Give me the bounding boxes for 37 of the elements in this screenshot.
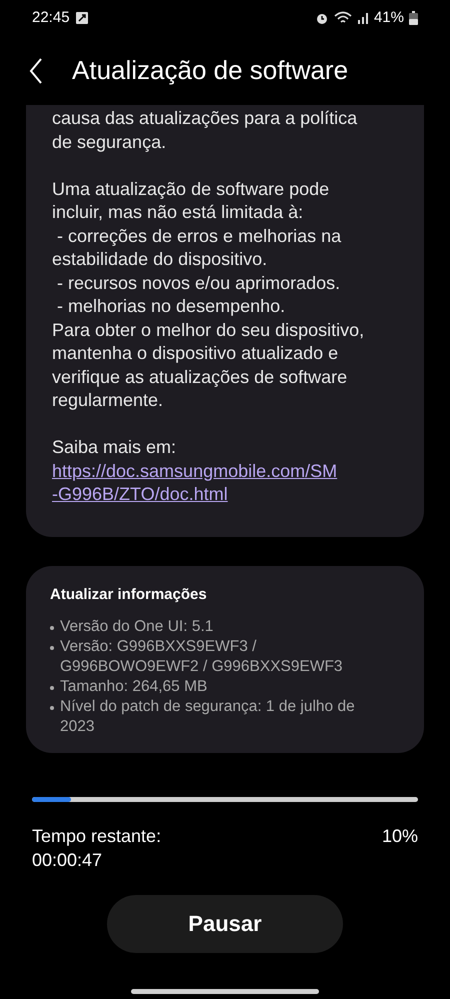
page-title: Atualização de software bbox=[72, 54, 348, 87]
notes-text-line: - recursos novos e/ou aprimorados. bbox=[56, 272, 342, 295]
notes-text-line: - correções de erros e melhorias na bbox=[56, 224, 342, 248]
info-item: Tamanho: 264,65 MB bbox=[60, 676, 208, 696]
notes-text-line: Saiba mais em: bbox=[52, 436, 178, 459]
info-item: Versão do One UI: 5.1 bbox=[60, 616, 214, 636]
bullet-icon bbox=[50, 686, 54, 690]
progress-percent: 10% bbox=[382, 824, 418, 848]
battery-icon bbox=[409, 11, 418, 25]
notes-text-line: Uma atualização de software pode bbox=[52, 178, 330, 201]
time-remaining-value: 00:00:47 bbox=[32, 848, 104, 872]
bullet-icon bbox=[50, 626, 54, 630]
notes-text-line: regularmente. bbox=[52, 389, 164, 412]
alarm-icon bbox=[314, 11, 329, 25]
bullet-icon bbox=[50, 706, 54, 710]
notes-text-line: verifique as atualizações de software bbox=[52, 366, 348, 389]
notes-text-line: Para obter o melhor do seu dispositivo, bbox=[52, 318, 366, 342]
notes-text-line: incluir, mas não está limitada à: bbox=[52, 201, 304, 224]
info-title: Atualizar informações bbox=[50, 585, 208, 605]
notes-text-line: de segurança. bbox=[52, 130, 168, 154]
pause-button[interactable]: Pausar bbox=[107, 894, 343, 952]
back-icon bbox=[29, 58, 43, 84]
notes-text-line: causa das atualizações para a política bbox=[52, 107, 358, 130]
bullet-icon bbox=[50, 646, 54, 650]
notes-text-line: mantenha o dispositivo atualizado e bbox=[52, 342, 340, 365]
info-item: Nível do patch de segurança: 1 de julho de 2023 bbox=[60, 696, 356, 736]
time-remaining-label: Tempo restante: bbox=[32, 824, 162, 848]
wifi-icon bbox=[334, 11, 352, 25]
info-item: Versão: G996BXXS9EWF3 / G996BOWO9EWF2 / G996BXXS9EWF3 bbox=[60, 636, 344, 676]
more-info-link[interactable]: https://doc.samsungmobile.com/SM bbox=[52, 460, 398, 483]
status-time: 22:45 bbox=[32, 8, 70, 28]
battery-percent: 41% bbox=[374, 8, 404, 28]
signal-icon bbox=[356, 12, 369, 24]
more-info-link[interactable]: -G996B/ZTO/doc.html bbox=[52, 483, 398, 506]
notes-text-line: - melhorias no desempenho. bbox=[56, 295, 286, 318]
notification-icon bbox=[76, 12, 88, 24]
notes-text-line: estabilidade do dispositivo. bbox=[52, 248, 268, 271]
